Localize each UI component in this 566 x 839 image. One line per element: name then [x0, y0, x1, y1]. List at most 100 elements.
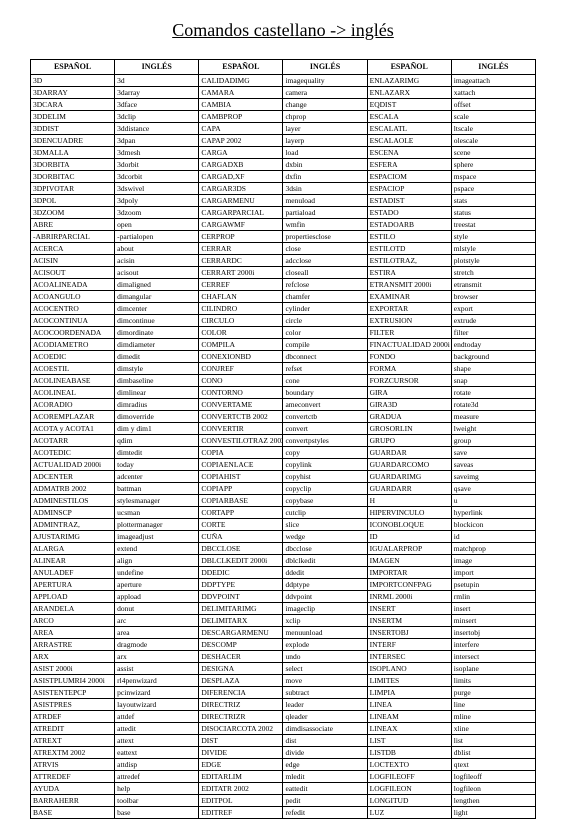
- table-row: 3DENCUADRE3dpanCAPAP 2002layerpESCALAOLE…: [31, 134, 536, 146]
- table-cell: group: [451, 434, 535, 446]
- table-cell: assist: [115, 662, 199, 674]
- table-cell: appload: [115, 590, 199, 602]
- table-row: ARANDELAdonutDELIMITARIMGimageclipINSERT…: [31, 602, 536, 614]
- table-row: ATRVISattdispEDGEedgeLOCTEXTOqtext: [31, 758, 536, 770]
- table-cell: 3DORBITA: [31, 158, 115, 170]
- table-row: 3DZOOM3dzoomCARGARPARCIALpartialoadESTAD…: [31, 206, 536, 218]
- table-cell: LINEAM: [367, 710, 451, 722]
- table-cell: CUÑA: [199, 530, 283, 542]
- table-cell: CONJREF: [199, 362, 283, 374]
- table-cell: 3DCARA: [31, 98, 115, 110]
- column-header: ESPAÑOL: [367, 60, 451, 75]
- table-cell: dimtedit: [115, 446, 199, 458]
- table-row: ACOTA y ACOTA1dim y dim1CONVERTIRconvert…: [31, 422, 536, 434]
- table-cell: GRADUA: [367, 410, 451, 422]
- table-cell: DDEDIC: [199, 566, 283, 578]
- table-row: 3DORBITAC3dcorbitCARGAD,XFdxfinESPACIOMm…: [31, 170, 536, 182]
- table-cell: pspace: [451, 182, 535, 194]
- table-cell: EXAMINAR: [367, 290, 451, 302]
- table-cell: dimradius: [115, 398, 199, 410]
- table-row: ARCOarcDELIMITARXxclipINSERTMminsert: [31, 614, 536, 626]
- table-row: ACODIAMETROdimdiameterCOMPILAcompileFINA…: [31, 338, 536, 350]
- table-cell: DBCCLOSE: [199, 542, 283, 554]
- table-cell: ESPACIOP: [367, 182, 451, 194]
- table-cell: EDITPOL: [199, 794, 283, 806]
- table-cell: DESHACER: [199, 650, 283, 662]
- table-cell: ACOTEDIC: [31, 446, 115, 458]
- table-cell: about: [115, 242, 199, 254]
- table-cell: EXTRUSION: [367, 314, 451, 326]
- table-cell: 3dcorbit: [115, 170, 199, 182]
- table-cell: base: [115, 806, 199, 818]
- table-cell: CARGAWMF: [199, 218, 283, 230]
- table-cell: ADMATRB 2002: [31, 482, 115, 494]
- table-cell: dxfin: [283, 170, 367, 182]
- table-cell: AJUSTARIMG: [31, 530, 115, 542]
- table-cell: qsave: [451, 482, 535, 494]
- table-cell: imageclip: [283, 602, 367, 614]
- table-cell: eattedit: [283, 782, 367, 794]
- table-row: 3DDELIM3dclipCAMBPROPchpropESCALAscale: [31, 110, 536, 122]
- table-cell: EDITARLIM: [199, 770, 283, 782]
- table-cell: interfere: [451, 638, 535, 650]
- table-row: ABREopenCARGAWMFwmfinESTADOARBtreestat: [31, 218, 536, 230]
- table-cell: area: [115, 626, 199, 638]
- table-cell: lengthen: [451, 794, 535, 806]
- table-cell: save: [451, 446, 535, 458]
- table-row: AREAareaDESCARGARMENUmenuunloadINSERTOBJ…: [31, 626, 536, 638]
- table-cell: ESCALAOLE: [367, 134, 451, 146]
- table-cell: ACERCA: [31, 242, 115, 254]
- table-row: ACOEDICdimeditCONEXIONBDdbconnectFONDOba…: [31, 350, 536, 362]
- table-cell: 3DPIVOTAR: [31, 182, 115, 194]
- table-cell: divide: [283, 746, 367, 758]
- table-cell: LIST: [367, 734, 451, 746]
- table-cell: mledit: [283, 770, 367, 782]
- table-cell: dxbin: [283, 158, 367, 170]
- table-cell: cylinder: [283, 302, 367, 314]
- table-cell: ACOLINEABASE: [31, 374, 115, 386]
- table-cell: INRML 2000i: [367, 590, 451, 602]
- table-cell: attredef: [115, 770, 199, 782]
- table-cell: ID: [367, 530, 451, 542]
- table-cell: ACOLINEAL: [31, 386, 115, 398]
- table-cell: ESCALA: [367, 110, 451, 122]
- table-row: 3DCARA3dfaceCAMBIAchangeEQDISToffset: [31, 98, 536, 110]
- table-cell: dimangular: [115, 290, 199, 302]
- table-cell: 3dmesh: [115, 146, 199, 158]
- table-cell: snap: [451, 374, 535, 386]
- table-cell: arx: [115, 650, 199, 662]
- table-cell: copyclip: [283, 482, 367, 494]
- table-cell: ESTADIST: [367, 194, 451, 206]
- table-cell: intersect: [451, 650, 535, 662]
- table-cell: LOCTEXTO: [367, 758, 451, 770]
- table-cell: GUARDARCOMO: [367, 458, 451, 470]
- table-cell: ESTADOARB: [367, 218, 451, 230]
- table-cell: background: [451, 350, 535, 362]
- table-cell: CERRART 2000i: [199, 266, 283, 278]
- table-row: ATREXTattextDISTdistLISTlist: [31, 734, 536, 746]
- table-row: 3DORBITA3dorbitCARGADXBdxbinESFERAsphere: [31, 158, 536, 170]
- table-cell: align: [115, 554, 199, 566]
- column-header: INGLÉS: [115, 60, 199, 75]
- table-cell: LINEAX: [367, 722, 451, 734]
- table-cell: import: [451, 566, 535, 578]
- table-row: 3D3dCALIDADIMGimagequalityENLAZARIMGimag…: [31, 74, 536, 86]
- table-cell: rmlin: [451, 590, 535, 602]
- table-cell: ESCENA: [367, 146, 451, 158]
- table-cell: CARGADXB: [199, 158, 283, 170]
- table-cell: matchprop: [451, 542, 535, 554]
- table-cell: DESCARGARMENU: [199, 626, 283, 638]
- table-row: 3DMALLA3dmeshCARGAloadESCENAscene: [31, 146, 536, 158]
- table-cell: extrude: [451, 314, 535, 326]
- table-cell: ACOANGULO: [31, 290, 115, 302]
- table-cell: EDITREF: [199, 806, 283, 818]
- column-header: INGLÉS: [283, 60, 367, 75]
- table-cell: stylesmanager: [115, 494, 199, 506]
- table-cell: mline: [451, 710, 535, 722]
- table-cell: isoplane: [451, 662, 535, 674]
- table-row: ADMINTRAZ,plottermanagerCORTEsliceICONOB…: [31, 518, 536, 530]
- table-row: ACOTEDICdimteditCOPIAcopyGUARDARsave: [31, 446, 536, 458]
- table-cell: COPIAPP: [199, 482, 283, 494]
- table-cell: dimdiameter: [115, 338, 199, 350]
- table-row: 3DPOL3dpolyCARGARMENUmenuloadESTADISTsta…: [31, 194, 536, 206]
